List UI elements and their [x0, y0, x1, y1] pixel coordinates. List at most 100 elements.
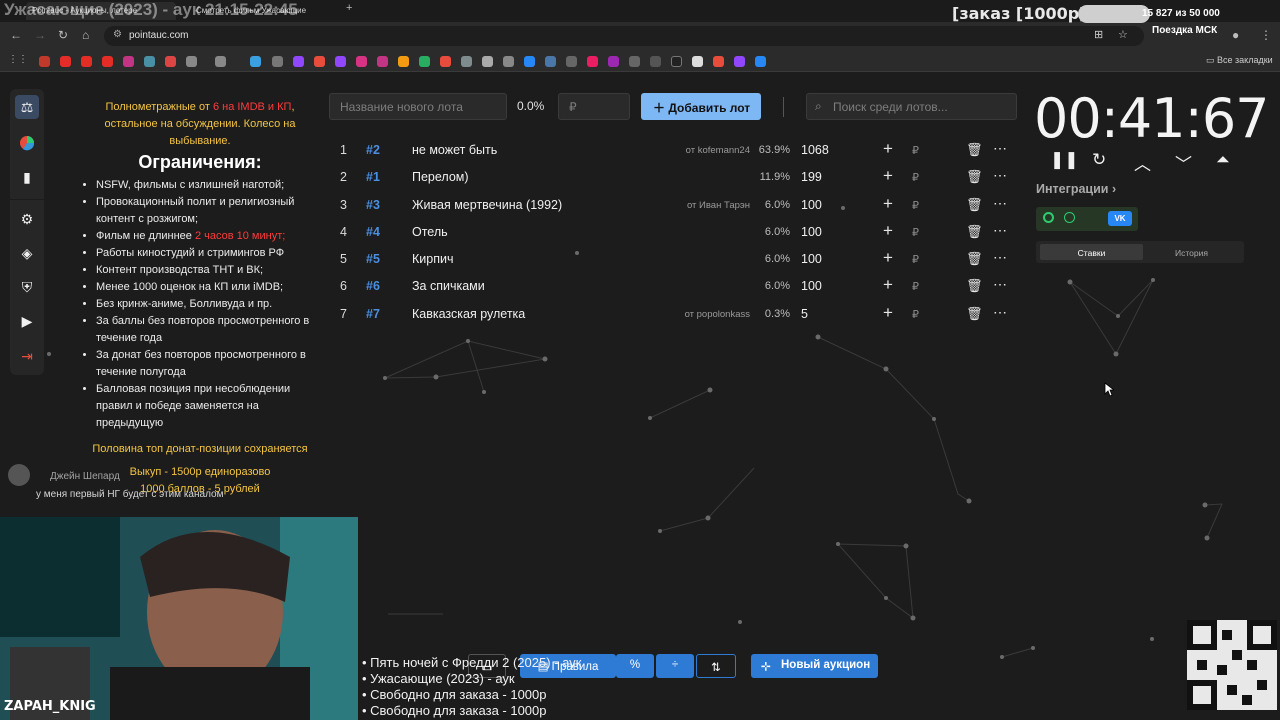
delete-icon[interactable]: 🗑 — [966, 197, 983, 213]
forward-icon[interactable]: → — [34, 28, 46, 42]
bookmark-icon[interactable] — [123, 56, 134, 67]
bookmark-icon[interactable] — [566, 56, 577, 67]
apps-icon[interactable]: ⋮⋮ — [8, 54, 28, 65]
add-amount-icon[interactable]: + — [883, 221, 893, 241]
add-amount-icon[interactable]: + — [883, 194, 893, 214]
bookmark-icon[interactable] — [482, 56, 493, 67]
lot-name[interactable]: Живая мертвечина (1992) — [412, 198, 562, 212]
settings-icon[interactable]: ⚙ — [15, 207, 39, 231]
bookmark-icon[interactable] — [356, 56, 367, 67]
video-icon[interactable]: ▶ — [15, 309, 39, 333]
bookmark-icon[interactable] — [314, 56, 325, 67]
lot-row[interactable]: 6 #6 За спичками 6.0% 100 ₽ + 🗑 ⋯ — [328, 273, 1018, 300]
more-icon[interactable]: ⋯ — [993, 167, 1007, 184]
translate-icon[interactable]: ⊞ — [1094, 28, 1103, 41]
bookmark-icon[interactable] — [734, 56, 745, 67]
bookmark-icon[interactable] — [587, 56, 598, 67]
wheel-icon[interactable] — [15, 131, 39, 155]
chevron-up-icon[interactable]: ︿ — [1134, 150, 1151, 175]
reload-icon[interactable]: ↻ — [58, 28, 68, 42]
bookmark-icon[interactable] — [650, 56, 661, 67]
logout-icon[interactable]: ⇥ — [15, 344, 39, 368]
bookmark-icon[interactable] — [629, 56, 640, 67]
bookmark-icon[interactable] — [713, 56, 724, 67]
delete-icon[interactable]: 🗑 — [966, 251, 983, 267]
more-icon[interactable]: ⋯ — [993, 249, 1007, 266]
tab-history[interactable]: История — [1140, 244, 1243, 260]
auction-gavel-icon[interactable]: ⚖ — [15, 95, 39, 119]
all-bookmarks-link[interactable]: ▭ Все закладки — [1206, 55, 1273, 66]
bookmark-icon[interactable] — [377, 56, 388, 67]
lot-search-input[interactable]: ⌕ Поиск среди лотов... — [806, 93, 1017, 120]
bookmark-icon[interactable] — [419, 56, 430, 67]
lot-name[interactable]: За спичками — [412, 279, 485, 293]
lot-row[interactable]: 2 #1 Перелом) 11.9% 199 ₽ + 🗑 ⋯ — [328, 164, 1018, 191]
lot-amount[interactable]: 100 — [801, 225, 822, 239]
divide-icon[interactable]: ÷ — [656, 654, 694, 678]
vk-icon[interactable]: VK — [1108, 211, 1132, 226]
add-amount-icon[interactable]: + — [883, 166, 893, 186]
bookmark-icon[interactable] — [440, 56, 451, 67]
integration-radio-active-icon[interactable] — [1043, 212, 1054, 223]
delete-icon[interactable]: 🗑 — [966, 306, 983, 322]
new-lot-name-input[interactable]: Название нового лота — [329, 93, 507, 120]
bookmark-icon[interactable] — [144, 56, 155, 67]
bookmark-icon[interactable] — [102, 56, 113, 67]
bookmark-icon[interactable] — [215, 56, 226, 67]
bookmark-icon[interactable] — [524, 56, 535, 67]
url-field[interactable]: ⚙ pointauc.com ⊞ ☆ — [104, 26, 1144, 46]
lot-amount[interactable]: 199 — [801, 170, 822, 184]
lot-amount[interactable]: 100 — [801, 252, 822, 266]
delete-icon[interactable]: 🗑 — [966, 278, 983, 294]
sort-icon[interactable]: ⇅ — [696, 654, 736, 678]
more-icon[interactable]: ⋯ — [993, 276, 1007, 293]
reset-icon[interactable]: ↻ — [1092, 150, 1106, 170]
new-auction-button[interactable]: ⊹ Новый аукцион — [751, 654, 878, 678]
new-tab-icon[interactable]: + — [346, 2, 352, 14]
integrations-link[interactable]: Интеграции › — [1036, 182, 1116, 196]
add-lot-button[interactable]: ＋ Добавить лот — [641, 93, 761, 120]
bookmark-icon[interactable] — [398, 56, 409, 67]
lot-amount[interactable]: 100 — [801, 279, 822, 293]
integration-radio-icon[interactable] — [1064, 212, 1075, 223]
menu-icon[interactable]: ⋮ — [1260, 28, 1272, 42]
delete-icon[interactable]: 🗑 — [966, 169, 983, 185]
bookmark-icon[interactable] — [545, 56, 556, 67]
bookmark-icon[interactable] — [671, 56, 682, 67]
back-icon[interactable]: ← — [10, 28, 22, 42]
bookmark-icon[interactable] — [608, 56, 619, 67]
tab-bets[interactable]: Ставки — [1040, 244, 1143, 260]
add-amount-icon[interactable]: + — [883, 248, 893, 268]
bookmark-icon[interactable] — [60, 56, 71, 67]
percent-icon[interactable]: % — [616, 654, 654, 678]
profile-icon[interactable]: ● — [1232, 28, 1239, 42]
bookmark-icon[interactable] — [165, 56, 176, 67]
bookmark-icon[interactable] — [692, 56, 703, 67]
more-icon[interactable]: ⋯ — [993, 304, 1007, 321]
delete-icon[interactable]: 🗑 — [966, 142, 983, 158]
site-info-icon[interactable]: ⚙ — [113, 29, 122, 40]
bookmark-icon[interactable] — [81, 56, 92, 67]
more-icon[interactable]: ⋯ — [993, 140, 1007, 157]
new-lot-amount-input[interactable]: ₽ — [558, 93, 630, 120]
lot-row[interactable]: 7 #7 Кавказская рулетка от popolonkass 0.3% 5… — [328, 301, 1018, 328]
more-icon[interactable]: ⋯ — [993, 222, 1007, 239]
lot-row[interactable]: 1 #2 не может быть от kofemann24 63.9% 1068 ₽ +… — [328, 137, 1018, 164]
more-icon[interactable]: ⋯ — [993, 195, 1007, 212]
lot-name[interactable]: не может быть — [412, 143, 497, 157]
lot-row[interactable]: 5 #5 Кирпич 6.0% 100 ₽ + 🗑 ⋯ — [328, 246, 1018, 273]
bookmark-icon[interactable] — [272, 56, 283, 67]
lot-name[interactable]: Кирпич — [412, 252, 453, 266]
bookmark-icon[interactable] — [186, 56, 197, 67]
bookmark-icon[interactable] — [755, 56, 766, 67]
lot-name[interactable]: Перелом) — [412, 170, 469, 184]
lot-row[interactable]: 4 #4 Отель 6.0% 100 ₽ + 🗑 ⋯ — [328, 219, 1018, 246]
bookmark-icon[interactable] — [461, 56, 472, 67]
lot-amount[interactable]: 1068 — [801, 143, 829, 157]
add-amount-icon[interactable]: + — [883, 303, 893, 323]
pause-icon[interactable]: ❚❚ — [1050, 150, 1079, 170]
star-icon[interactable]: ☆ — [1118, 28, 1128, 41]
delete-icon[interactable]: 🗑 — [966, 224, 983, 240]
chevron-down-icon[interactable]: ﹀ — [1175, 150, 1192, 175]
home-icon[interactable]: ⌂ — [82, 28, 89, 42]
